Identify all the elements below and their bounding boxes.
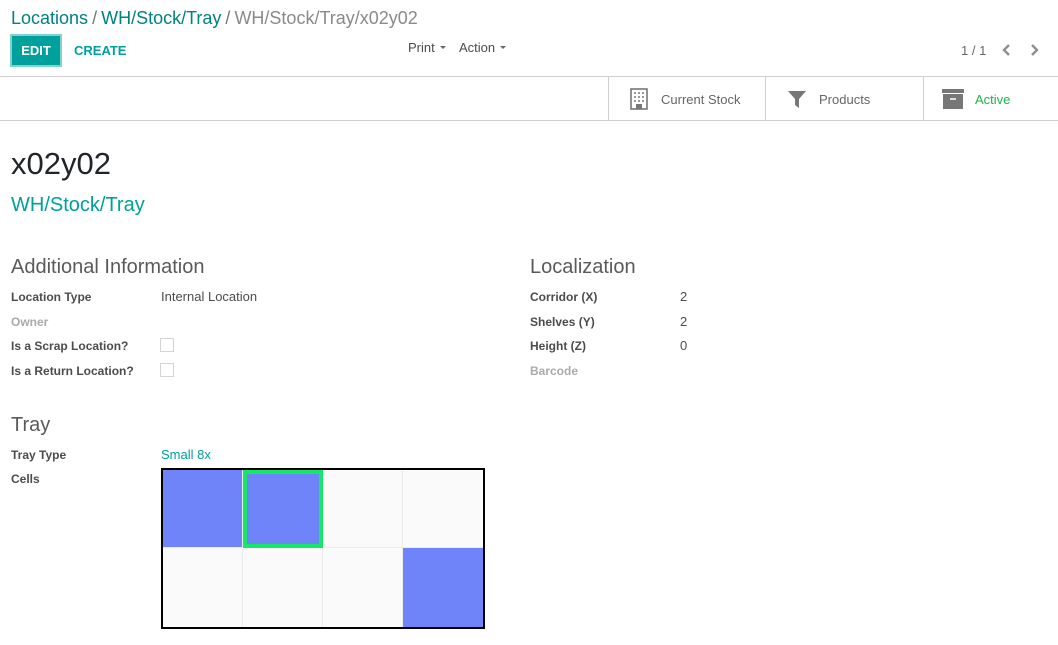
barcode-label: Barcode bbox=[530, 364, 579, 378]
record-title: x02y02 bbox=[11, 146, 111, 181]
tray-cell-r1-c1[interactable] bbox=[243, 548, 323, 627]
breadcrumb-current: WH/Stock/Tray/x02y02 bbox=[234, 8, 418, 28]
return-location-checkbox[interactable] bbox=[160, 363, 174, 377]
localization-title: Localization bbox=[530, 256, 636, 278]
tray-cell-r0-c2[interactable] bbox=[323, 470, 403, 548]
products-button[interactable]: Products bbox=[765, 77, 923, 121]
tray-type-label: Tray Type bbox=[11, 448, 67, 462]
scrap-location-checkbox[interactable] bbox=[160, 338, 174, 352]
tray-cell-r1-c2[interactable] bbox=[323, 548, 403, 627]
tray-title: Tray bbox=[11, 414, 51, 436]
breadcrumb: Locations / WH/Stock/Tray / WH/Stock/Tray/x0… bbox=[11, 6, 418, 30]
control-panel: Locations / WH/Stock/Tray / WH/Stock/Tray/x0… bbox=[0, 0, 1058, 77]
current-stock-button[interactable]: Current Stock bbox=[608, 77, 765, 121]
current-stock-label: Current Stock bbox=[661, 91, 741, 107]
divider bbox=[0, 120, 1058, 121]
caret-down-icon bbox=[500, 45, 507, 49]
building-icon bbox=[628, 88, 650, 110]
active-toggle-button[interactable]: Active bbox=[923, 77, 1058, 121]
archive-icon bbox=[942, 88, 964, 110]
action-label: Action bbox=[459, 40, 496, 55]
tray-cell-r1-c0[interactable] bbox=[163, 548, 243, 627]
return-location-label: Is a Return Location? bbox=[11, 364, 134, 378]
tray-cell-r0-c0[interactable] bbox=[163, 470, 243, 548]
corridor-value: 2 bbox=[680, 289, 688, 304]
print-dropdown[interactable]: Print bbox=[408, 39, 446, 56]
tray-cell-r1-c3[interactable] bbox=[403, 548, 483, 627]
height-label: Height (Z) bbox=[530, 339, 586, 353]
tray-cells-grid bbox=[161, 468, 485, 629]
breadcrumb-tray[interactable]: WH/Stock/Tray bbox=[101, 8, 221, 28]
smart-button-box: Current Stock Products Active bbox=[608, 77, 1058, 121]
corridor-label: Corridor (X) bbox=[530, 290, 598, 304]
action-dropdown[interactable]: Action bbox=[459, 39, 507, 56]
tray-cell-r0-c3[interactable] bbox=[403, 470, 483, 548]
breadcrumb-locations[interactable]: Locations bbox=[11, 8, 88, 28]
pager-previous-button[interactable] bbox=[999, 40, 1015, 60]
cells-label: Cells bbox=[11, 472, 40, 486]
pager-next-button[interactable] bbox=[1026, 40, 1042, 60]
create-button[interactable]: CREATE bbox=[74, 42, 126, 59]
shelves-label: Shelves (Y) bbox=[530, 315, 595, 329]
tray-cell-r0-c1[interactable] bbox=[243, 470, 323, 548]
chevron-right-icon bbox=[1031, 44, 1039, 56]
height-value: 0 bbox=[680, 338, 688, 353]
parent-location-link[interactable]: WH/Stock/Tray bbox=[11, 193, 145, 217]
products-label: Products bbox=[819, 91, 871, 107]
owner-label: Owner bbox=[11, 315, 49, 329]
edit-button[interactable]: EDIT bbox=[10, 34, 62, 67]
additional-information-title: Additional Information bbox=[11, 256, 205, 278]
pager-value: 1 / 1 bbox=[961, 43, 987, 58]
chevron-left-icon bbox=[1002, 44, 1010, 56]
tray-type-link[interactable]: Small 8x bbox=[161, 447, 211, 463]
location-type-label: Location Type bbox=[11, 290, 92, 304]
breadcrumb-separator: / bbox=[92, 8, 98, 28]
active-label: Active bbox=[975, 91, 1011, 107]
print-label: Print bbox=[408, 40, 435, 55]
breadcrumb-separator: / bbox=[225, 8, 231, 28]
location-type-value: Internal Location bbox=[161, 289, 258, 304]
filter-icon bbox=[786, 88, 808, 110]
scrap-location-label: Is a Scrap Location? bbox=[11, 339, 129, 353]
caret-down-icon bbox=[439, 45, 446, 49]
shelves-value: 2 bbox=[680, 314, 688, 329]
